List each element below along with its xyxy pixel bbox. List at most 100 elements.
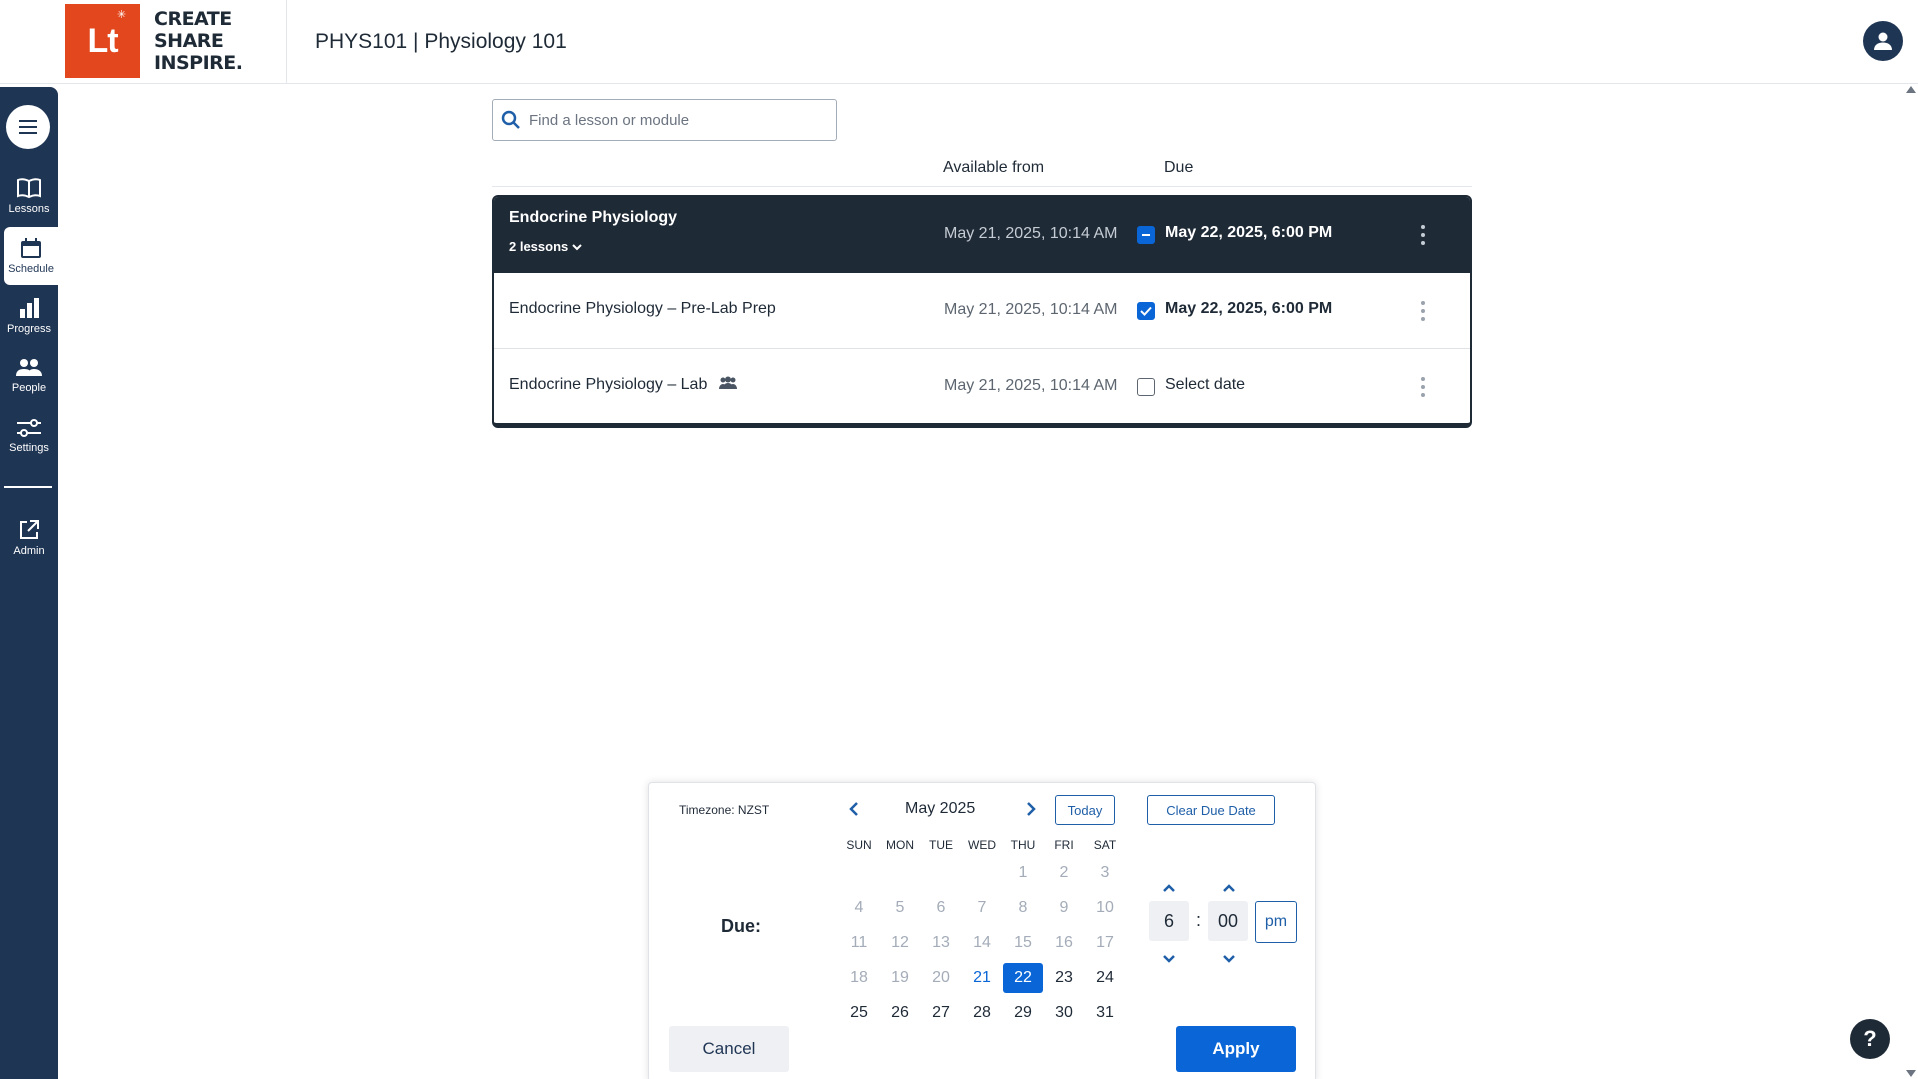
column-header-available: Available from — [943, 159, 1045, 176]
lesson-row[interactable]: Endocrine Physiology – Lab May 21, 2025,… — [494, 349, 1470, 423]
time-separator: : — [1196, 910, 1202, 930]
logo-tagline-line: INSPIRE. — [154, 52, 243, 74]
lesson-title: Endocrine Physiology – Pre-Lab Prep — [509, 300, 776, 317]
calendar-day: 20 — [932, 969, 950, 986]
calendar-day[interactable]: 29 — [1003, 998, 1043, 1028]
sidebar-item-label: People — [11, 382, 47, 394]
calendar-day: 7 — [977, 899, 987, 916]
calendar-day[interactable]: 21 — [962, 963, 1002, 993]
calendar-day: 1 — [1018, 864, 1028, 881]
sidebar-item-settings[interactable]: Settings — [0, 407, 58, 465]
sidebar-item-schedule[interactable]: Schedule — [4, 227, 58, 285]
logo-tagline-line: CREATE — [154, 8, 232, 30]
apply-button[interactable]: Apply — [1176, 1026, 1296, 1072]
month-label: May 2025 — [905, 800, 976, 817]
calendar-day: 15 — [1014, 934, 1032, 951]
user-avatar-button[interactable] — [1863, 21, 1903, 61]
available-date: May 21, 2025, 10:14 AM — [944, 301, 1118, 318]
due-date[interactable]: May 22, 2025, 6:00 PM — [1165, 300, 1332, 318]
sidebar-item-lessons[interactable]: Lessons — [0, 167, 58, 225]
menu-button[interactable] — [6, 105, 50, 149]
lesson-due-checkbox[interactable] — [1137, 378, 1155, 396]
search-icon — [501, 110, 520, 129]
hour-down-button[interactable] — [1159, 951, 1179, 965]
user-icon — [1874, 32, 1892, 50]
next-month-button[interactable] — [1021, 799, 1041, 819]
prev-month-button[interactable] — [844, 799, 864, 819]
logo-tagline: CREATE SHARE INSPIRE. — [154, 8, 243, 74]
people-icon — [16, 359, 42, 376]
calendar-day[interactable]: 31 — [1085, 998, 1125, 1028]
more-options-button[interactable] — [1414, 299, 1432, 323]
chevron-down-icon — [1163, 954, 1175, 963]
lessons-toggle-label: 2 lessons — [509, 239, 569, 254]
sidebar: Lessons Schedule Progress People Setting… — [0, 87, 58, 1079]
lesson-due-checkbox[interactable] — [1137, 302, 1155, 320]
weekday-header: WED — [968, 838, 996, 852]
hour-field[interactable]: 6 — [1149, 901, 1189, 941]
weekday-header: FRI — [1054, 838, 1074, 852]
module-due-checkbox[interactable] — [1137, 226, 1155, 244]
calendar-day: 5 — [895, 899, 905, 916]
calendar-day[interactable]: 25 — [839, 998, 879, 1028]
sidebar-item-admin[interactable]: Admin — [0, 509, 58, 567]
sidebar-item-label: Lessons — [8, 203, 50, 215]
clear-due-date-button[interactable]: Clear Due Date — [1147, 795, 1275, 825]
calendar-day: 3 — [1100, 864, 1110, 881]
sidebar-item-label: Admin — [13, 545, 45, 557]
group-icon — [718, 376, 737, 389]
available-date: May 21, 2025, 10:14 AM — [944, 377, 1118, 394]
minute-field[interactable]: 00 — [1208, 901, 1248, 941]
select-date-link[interactable]: Select date — [1165, 376, 1245, 394]
sidebar-item-label: Progress — [6, 323, 52, 335]
search-box — [492, 99, 837, 141]
ampm-toggle[interactable]: pm — [1255, 901, 1297, 943]
lessons-toggle[interactable]: 2 lessons — [509, 239, 582, 254]
due-date-picker: Timezone: NZST Due: May 2025 Today Clear… — [648, 782, 1316, 1079]
calendar-day: 11 — [850, 934, 868, 951]
calendar-day: 4 — [854, 899, 864, 916]
calendar-day[interactable]: 23 — [1044, 963, 1084, 993]
top-header: Lt ✳ CREATE SHARE INSPIRE. PHYS101 | Phy… — [0, 0, 1918, 84]
sidebar-item-label: Schedule — [8, 263, 54, 275]
lesson-row[interactable]: Endocrine Physiology – Pre-Lab Prep May … — [494, 273, 1470, 349]
hour-up-button[interactable] — [1159, 881, 1179, 895]
weekday-header: TUE — [929, 838, 953, 852]
more-options-button[interactable] — [1414, 375, 1432, 399]
chevron-left-icon — [849, 802, 858, 816]
calendar-day[interactable]: 28 — [962, 998, 1002, 1028]
schedule-table: Endocrine Physiology 2 lessons May 21, 2… — [492, 195, 1472, 428]
scroll-down-arrow[interactable] — [1906, 1070, 1916, 1077]
sidebar-item-progress[interactable]: Progress — [0, 287, 58, 345]
minute-down-button[interactable] — [1219, 951, 1239, 965]
calendar-day[interactable]: 22 — [1003, 963, 1043, 993]
module-row[interactable]: Endocrine Physiology 2 lessons May 21, 2… — [494, 197, 1470, 273]
calendar-day: 13 — [932, 934, 950, 951]
logo-tagline-line: SHARE — [154, 30, 224, 52]
help-button[interactable]: ? — [1850, 1019, 1890, 1059]
available-date: May 21, 2025, 10:14 AM — [944, 225, 1118, 242]
due-date[interactable]: May 22, 2025, 6:00 PM — [1165, 224, 1332, 242]
scroll-up-arrow[interactable] — [1906, 86, 1916, 93]
minute-up-button[interactable] — [1219, 881, 1239, 895]
calendar-day[interactable]: 27 — [921, 998, 961, 1028]
search-input[interactable] — [529, 111, 829, 129]
cancel-button[interactable]: Cancel — [669, 1026, 789, 1072]
calendar-day: 6 — [936, 899, 946, 916]
calendar-day[interactable]: 30 — [1044, 998, 1084, 1028]
course-title: PHYS101 | Physiology 101 — [315, 30, 567, 53]
chevron-up-icon — [1163, 883, 1175, 892]
weekday-header: SAT — [1093, 838, 1117, 852]
bar-chart-icon — [20, 298, 39, 318]
calendar-day[interactable]: 26 — [880, 998, 920, 1028]
calendar-day: 12 — [891, 934, 909, 951]
calendar-day[interactable]: 24 — [1085, 963, 1125, 993]
today-button[interactable]: Today — [1055, 795, 1115, 825]
lesson-title: Endocrine Physiology – Lab — [509, 376, 738, 394]
more-options-button[interactable] — [1414, 223, 1432, 247]
check-icon — [1140, 306, 1152, 316]
sidebar-item-people[interactable]: People — [0, 347, 58, 405]
calendar-day: 9 — [1059, 899, 1069, 916]
logo[interactable]: Lt — [65, 4, 140, 78]
hamburger-icon — [19, 120, 37, 134]
